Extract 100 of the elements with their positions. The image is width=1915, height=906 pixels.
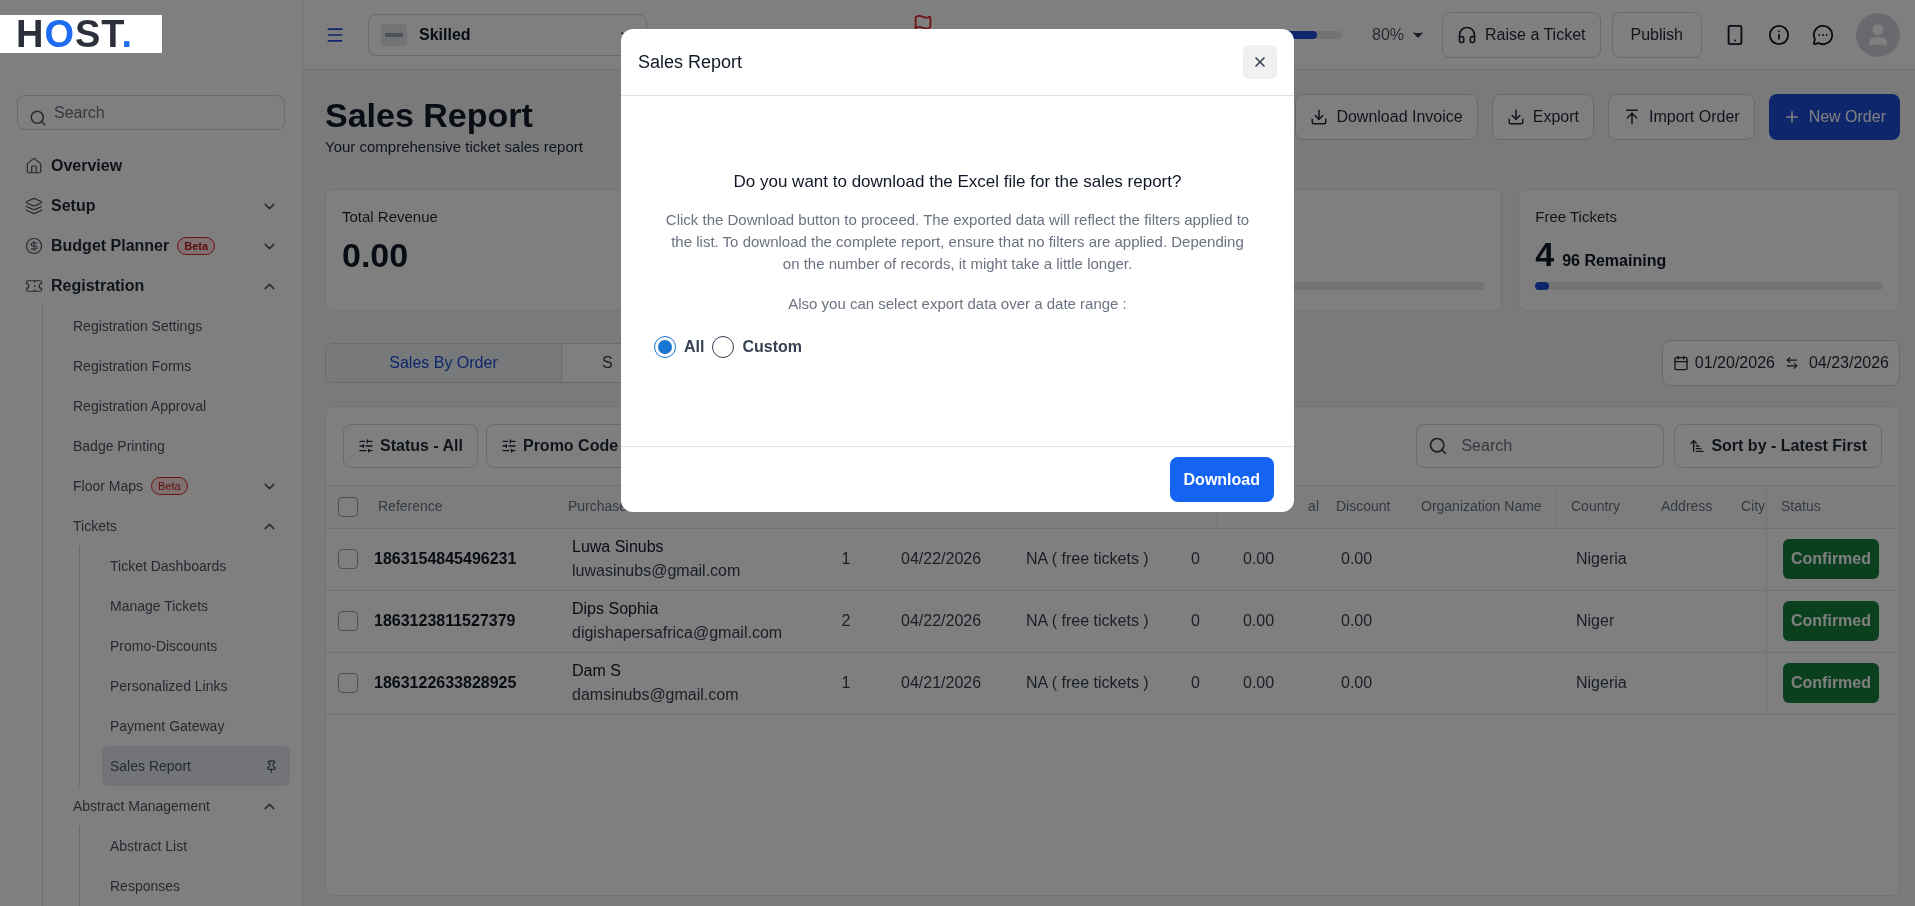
table-cell: NA ( free tickets ) [1026,550,1149,567]
column-header: Status [1781,497,1821,516]
stat-label: Free Tickets [1535,206,1617,227]
chat-icon[interactable] [1812,23,1834,46]
sidebar-item[interactable]: Registration Approval [65,386,290,426]
sidebar-item[interactable]: Registration Forms [65,346,290,386]
sidebar-item[interactable]: Budget Planner Beta [17,226,290,266]
remaining-count: 96 Remaining [1562,251,1667,271]
search-icon [1428,435,1449,456]
checkbox[interactable] [338,673,358,693]
sidebar-item[interactable]: Responses [102,866,290,906]
pin-icon[interactable] [265,759,278,773]
table-cell: 0 [1191,612,1200,629]
sidebar-item[interactable]: Setup [17,186,290,226]
filter-icon [358,437,374,454]
stat-value: 0.00 [342,235,409,276]
sort-icon [1689,437,1706,454]
radio-option[interactable]: Custom [712,335,802,359]
stat-label: Total Revenue [342,206,438,227]
download-button[interactable]: Download [1169,457,1274,502]
date-range-button[interactable]: 01/20/2026 04/23/2026 [1661,339,1900,386]
sidebar-item[interactable]: Ticket Dashboards [102,546,290,586]
raise-ticket-button[interactable]: Raise a Ticket [1442,11,1601,58]
search-field[interactable]: Search [17,95,285,130]
sidebar-item[interactable]: Tickets [65,506,290,546]
table-cell: NA ( free tickets ) [1026,674,1149,691]
table-cell: Nigeria [1576,674,1627,691]
sidebar-item[interactable]: Sales Report [102,746,290,786]
dialog-question: Do you want to download the Excel file for the sales report? [733,171,1182,193]
table-cell: 0.00 [1243,674,1275,691]
purchaser-name: Dam S [572,661,622,681]
stat-value: 4 [1535,234,1555,274]
progress-reading: 80% [1372,24,1405,45]
table-cell: 0.00 [1243,612,1275,629]
sidebar-item[interactable]: Personalized Links [102,666,290,706]
sidebar-item[interactable]: Badge Printing [65,426,290,466]
download-icon [1310,108,1329,126]
table-cell: 0.00 [1243,550,1275,567]
table-cell: NA ( free tickets ) [1026,612,1149,629]
sidebar-item[interactable]: Registration [17,266,290,306]
status-badge: Confirmed [1783,601,1879,641]
beta-badge: Beta [151,477,188,495]
purchaser-name: Dips Sophia [572,599,660,619]
sidebar-item[interactable]: Manage Tickets [102,586,290,626]
column-header: al [1308,497,1319,516]
swap-icon [1784,355,1799,370]
status-badge: Confirmed [1783,539,1879,579]
search-field[interactable]: Search [1416,423,1665,468]
sidebar-item[interactable]: Abstract Management [65,786,290,826]
nav-icon [25,197,43,215]
sort-button[interactable]: Sort by - Latest First [1674,423,1882,468]
sidebar-item[interactable]: Overview [17,146,290,186]
filter-button[interactable]: Status - All [343,423,478,468]
reference-cell: 1863154845496231 [374,550,517,567]
event-selector[interactable]: Skilled [368,13,647,56]
reference-cell: 1863123811527379 [374,612,516,629]
table-cell: 0.00 [1341,674,1373,691]
table-cell: Nigeria [1576,550,1627,567]
purchaser-name: Luwa Sinubs [572,537,665,557]
nav-icon [25,237,43,255]
table-cell: 04/21/2026 [901,674,982,691]
status-badge: Confirmed [1783,663,1879,703]
logo: HOST. [16,15,133,53]
sidebar-item[interactable]: Payment Gateway [102,706,290,746]
filter-icon [500,437,517,454]
sidebar-item[interactable]: Abstract List [102,826,290,866]
range-prompt: Also you can select export data over a date range : [788,293,1127,314]
close-button[interactable] [1243,45,1277,79]
close-icon [1252,54,1268,70]
headset-icon [1457,24,1478,45]
table-cell: 1 [841,550,851,567]
sidebar-item[interactable]: Floor Maps Beta [65,466,290,506]
sidebar-item[interactable]: Registration Settings [65,306,290,346]
search-icon [29,109,47,127]
column-header: Discount [1336,497,1391,516]
column-header: City [1741,497,1766,516]
checkbox[interactable] [338,549,358,569]
page-title: Sales Report [325,95,534,136]
checkbox[interactable] [338,496,358,517]
radio-option[interactable]: All [654,335,705,359]
export-button[interactable]: Export [1491,94,1594,140]
column-header: Organization Name [1421,497,1542,516]
info-icon[interactable] [1768,23,1790,46]
sidebar-item[interactable]: Promo-Discounts [102,626,290,666]
import-button[interactable]: Import Order [1607,94,1755,140]
download-button[interactable]: Download Invoice [1295,94,1478,140]
page-subtitle: Your comprehensive ticket sales report [325,137,583,157]
table-cell: 04/22/2026 [901,550,982,567]
reference-cell: 1863122633828925 [374,674,517,691]
publish-button[interactable]: Publish [1611,11,1702,58]
calendar-icon [1672,354,1689,371]
checkbox[interactable] [338,611,358,631]
nav-icon [25,157,43,175]
dialog-description: Click the Download button to proceed. The exported data will reflect the filters applied to the list. To download the complete report, ensure that no filters are applied. Depending on the number of records, it might take a little longer. [665,209,1250,274]
primary-button[interactable]: New Order [1768,94,1900,140]
purchaser-email: luwasinubs@gmail.com [572,561,742,581]
tab[interactable]: Sales By Order [326,343,561,382]
table-cell: 1 [841,674,851,691]
table-cell: 0 [1191,550,1200,567]
nav-icon [25,277,43,295]
